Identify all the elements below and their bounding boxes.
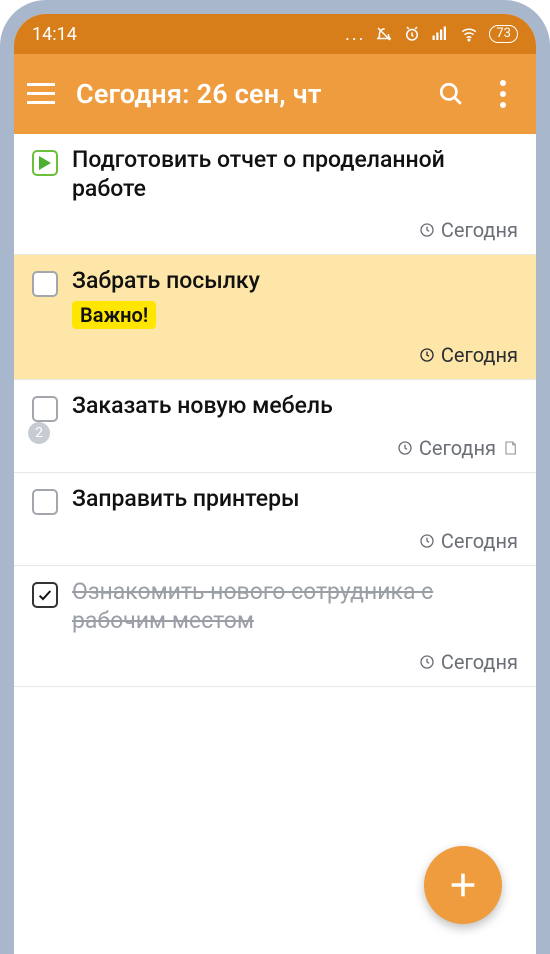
clock-icon: [397, 440, 413, 456]
wifi-icon: [459, 25, 479, 43]
task-due: Сегодня: [32, 650, 518, 674]
task-checkbox[interactable]: [32, 150, 58, 176]
plus-icon: [446, 868, 480, 902]
check-icon: [37, 587, 53, 603]
task-item[interactable]: Заправить принтеры Сегодня: [14, 473, 536, 566]
task-due: Сегодня: [32, 343, 518, 367]
mute-icon: [375, 25, 393, 43]
status-bar: 14:14 ... 73: [14, 14, 536, 54]
hamburger-icon: [27, 83, 55, 105]
clock: 14:14: [32, 24, 77, 45]
note-icon: [502, 440, 518, 456]
kebab-icon: [491, 80, 515, 108]
task-checkbox[interactable]: [32, 582, 58, 608]
task-due-label: Сегодня: [419, 436, 496, 460]
clock-icon: [419, 654, 435, 670]
menu-button[interactable]: [24, 77, 58, 111]
task-item[interactable]: Заказать новую мебель 2 Сегодня: [14, 380, 536, 473]
task-due-label: Сегодня: [441, 650, 518, 674]
task-title: Забрать посылку: [72, 267, 518, 296]
task-item[interactable]: Подготовить отчет о проделанной работе С…: [14, 134, 536, 255]
page-title: Сегодня: 26 сен, чт: [76, 78, 416, 110]
task-tag: Важно!: [72, 301, 156, 329]
clock-icon: [419, 222, 435, 238]
task-due-label: Сегодня: [441, 218, 518, 242]
task-checkbox[interactable]: [32, 396, 58, 422]
task-due-label: Сегодня: [441, 343, 518, 367]
dots-icon: ...: [345, 24, 365, 45]
task-due-label: Сегодня: [441, 529, 518, 553]
app-bar: Сегодня: 26 сен, чт: [14, 54, 536, 134]
play-icon: [39, 156, 51, 170]
task-title: Заказать новую мебель: [72, 392, 518, 421]
alarm-icon: [403, 25, 421, 43]
task-list[interactable]: Подготовить отчет о проделанной работе С…: [14, 134, 536, 687]
task-item[interactable]: Забрать посылку Важно! Сегодня: [14, 255, 536, 381]
search-button[interactable]: [434, 77, 468, 111]
clock-icon: [419, 533, 435, 549]
search-icon: [438, 81, 464, 107]
task-item[interactable]: Ознакомить нового сотрудника с рабочим м…: [14, 566, 536, 687]
clock-icon: [419, 347, 435, 363]
add-task-button[interactable]: [424, 846, 502, 924]
battery-indicator: 73: [489, 25, 518, 43]
signal-icon: [431, 25, 449, 43]
task-title: Ознакомить нового сотрудника с рабочим м…: [72, 578, 518, 636]
status-indicators: ... 73: [345, 24, 518, 45]
task-due: Сегодня: [32, 436, 518, 460]
more-button[interactable]: [486, 77, 520, 111]
task-title: Заправить принтеры: [72, 485, 518, 514]
task-title: Подготовить отчет о проделанной работе: [72, 146, 518, 204]
task-checkbox[interactable]: [32, 271, 58, 297]
task-due: Сегодня: [32, 218, 518, 242]
task-due: Сегодня: [32, 529, 518, 553]
task-checkbox[interactable]: [32, 489, 58, 515]
phone-frame: 14:14 ... 73 Сегодня: 26 сен, чт: [0, 0, 550, 954]
